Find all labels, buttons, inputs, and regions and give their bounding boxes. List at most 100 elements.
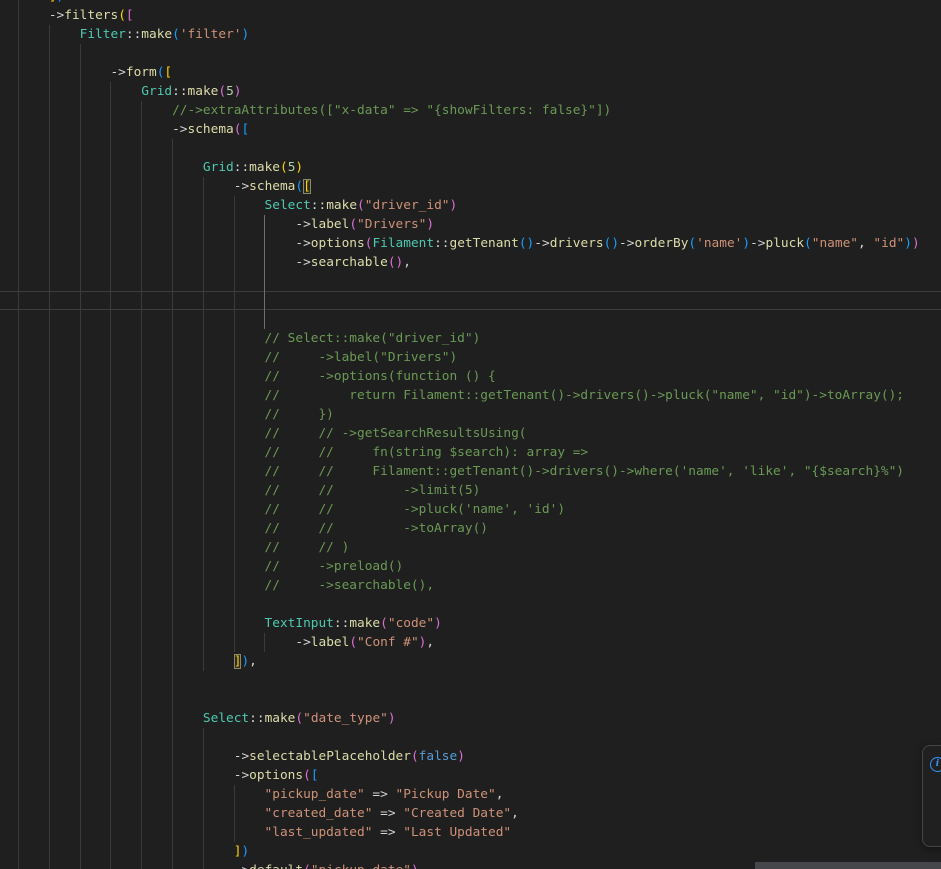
indent-guide bbox=[18, 310, 19, 329]
code-line[interactable]: "last_updated" => "Last Updated" bbox=[0, 823, 941, 842]
code-line[interactable]: "pickup_date" => "Pickup Date", bbox=[0, 785, 941, 804]
code-line[interactable]: ->filters([ bbox=[0, 6, 941, 25]
code-token: ( bbox=[303, 768, 311, 783]
code-line[interactable] bbox=[0, 671, 941, 690]
indent-guide bbox=[172, 291, 173, 310]
code-token: ( bbox=[688, 236, 697, 251]
current-code-line[interactable] bbox=[0, 291, 941, 310]
code-line[interactable]: // // ->getSearchResultsUsing( bbox=[0, 424, 941, 443]
code-line-text: // // ->pluck('name', 'id') bbox=[0, 500, 941, 519]
code-line-text: ->selectablePlaceholder(false) bbox=[0, 747, 941, 766]
indent-guide bbox=[233, 595, 235, 614]
indent-guide bbox=[172, 690, 173, 709]
code-line[interactable]: ->selectablePlaceholder(false) bbox=[0, 747, 941, 766]
code-token: // }) bbox=[264, 407, 334, 422]
code-line[interactable]: // }) bbox=[0, 405, 941, 424]
indent-guide bbox=[18, 272, 19, 291]
code-line[interactable]: ]), bbox=[0, 652, 941, 671]
code-line[interactable]: ->form([ bbox=[0, 63, 941, 82]
code-token: 'filter' bbox=[179, 27, 242, 42]
code-line[interactable]: Grid::make(5) bbox=[0, 158, 941, 177]
code-token: // // ->toArray() bbox=[264, 521, 488, 536]
code-line[interactable]: // // Filament::getTenant()->drivers()->… bbox=[0, 462, 941, 481]
code-token: options bbox=[249, 768, 304, 783]
code-line-text: ]), bbox=[0, 652, 941, 671]
code-line[interactable]: ->label("Drivers") bbox=[0, 215, 941, 234]
code-line[interactable]: ->label("Conf #"), bbox=[0, 633, 941, 652]
code-token: // // ) bbox=[264, 540, 350, 555]
code-line[interactable]: Filter::make('filter') bbox=[0, 25, 941, 44]
code-line[interactable]: ->searchable(), bbox=[0, 253, 941, 272]
code-line[interactable]: // ->label("Drivers") bbox=[0, 348, 941, 367]
code-token: , bbox=[495, 787, 504, 802]
code-token: make bbox=[264, 711, 296, 726]
code-token: Grid bbox=[202, 160, 234, 175]
code-line[interactable] bbox=[0, 139, 941, 158]
active-indent-guide bbox=[264, 272, 266, 291]
notification-toast[interactable]: i bbox=[922, 745, 941, 847]
indent-guide bbox=[110, 728, 112, 747]
code-line[interactable]: // // ->limit(5) bbox=[0, 481, 941, 500]
code-line[interactable]: // ->options(function () { bbox=[0, 367, 941, 386]
code-line[interactable]: ->options(Filament::getTenant()->drivers… bbox=[0, 234, 941, 253]
indent-guide bbox=[79, 291, 81, 310]
code-line[interactable]: Select::make("driver_id") bbox=[0, 196, 941, 215]
code-line[interactable] bbox=[0, 44, 941, 63]
code-line[interactable]: // // ) bbox=[0, 538, 941, 557]
code-token: make bbox=[187, 84, 219, 99]
code-line[interactable]: // ->searchable(), bbox=[0, 576, 941, 595]
code-line-text: ->schema([ bbox=[0, 120, 941, 139]
code-line[interactable]: // // ->pluck('name', 'id') bbox=[0, 500, 941, 519]
code-token: , bbox=[249, 654, 257, 669]
code-line[interactable]: TextInput::make("code") bbox=[0, 614, 941, 633]
code-token: -> bbox=[234, 863, 249, 869]
code-line[interactable] bbox=[0, 690, 941, 709]
code-token: ( bbox=[804, 236, 812, 251]
horizontal-scrollbar[interactable] bbox=[755, 862, 941, 869]
vscode-editor-screenshot: ]) ->filters([ Filter::make('filter') ->… bbox=[0, 0, 941, 869]
indent-guide bbox=[79, 690, 81, 709]
indent-guide bbox=[233, 272, 235, 291]
code-token: => bbox=[372, 806, 404, 821]
code-token: // ->searchable(), bbox=[264, 578, 435, 593]
code-line[interactable]: ->schema([ bbox=[0, 120, 941, 139]
code-line-text: "pickup_date" => "Pickup Date", bbox=[0, 785, 941, 804]
code-line[interactable] bbox=[0, 272, 941, 291]
code-line[interactable]: ->options([ bbox=[0, 766, 941, 785]
code-line[interactable]: // // ->toArray() bbox=[0, 519, 941, 538]
code-line[interactable]: Select::make("date_type") bbox=[0, 709, 941, 728]
code-line[interactable]: //->extraAttributes(["x-data" => "{showF… bbox=[0, 101, 941, 120]
code-token: ( bbox=[295, 711, 304, 726]
code-token: options bbox=[310, 236, 365, 251]
code-line[interactable]: // Select::make("driver_id") bbox=[0, 329, 941, 348]
indent-guide bbox=[48, 272, 50, 291]
code-token: "Pickup Date" bbox=[395, 787, 496, 802]
code-token: -> bbox=[233, 768, 250, 783]
code-line[interactable]: ]) bbox=[0, 842, 941, 861]
code-line[interactable]: Grid::make(5) bbox=[0, 82, 941, 101]
indent-guide bbox=[48, 728, 50, 747]
code-token: ( bbox=[218, 84, 227, 99]
code-line-text: // return Filament::getTenant()->drivers… bbox=[0, 386, 941, 405]
code-line[interactable]: // ->preload() bbox=[0, 557, 941, 576]
code-line-text: ->filters([ bbox=[0, 6, 941, 25]
code-line[interactable]: ->schema([ bbox=[0, 177, 941, 196]
code-line[interactable] bbox=[0, 728, 941, 747]
code-line-text: // // fn(string $search): array => bbox=[0, 443, 941, 462]
code-editor[interactable]: ]) ->filters([ Filter::make('filter') ->… bbox=[0, 0, 941, 869]
code-line[interactable] bbox=[0, 595, 941, 614]
code-token: -> bbox=[48, 8, 65, 23]
code-line[interactable]: // return Filament::getTenant()->drivers… bbox=[0, 386, 941, 405]
code-token: ) bbox=[241, 27, 250, 42]
code-line-text: "last_updated" => "Last Updated" bbox=[0, 823, 941, 842]
code-line[interactable]: "created_date" => "Created Date", bbox=[0, 804, 941, 823]
code-line[interactable] bbox=[0, 310, 941, 329]
code-line-text: // ->preload() bbox=[0, 557, 941, 576]
indent-guide bbox=[18, 671, 19, 690]
code-line[interactable]: // // fn(string $search): array => bbox=[0, 443, 941, 462]
code-token: orderBy bbox=[634, 236, 689, 251]
